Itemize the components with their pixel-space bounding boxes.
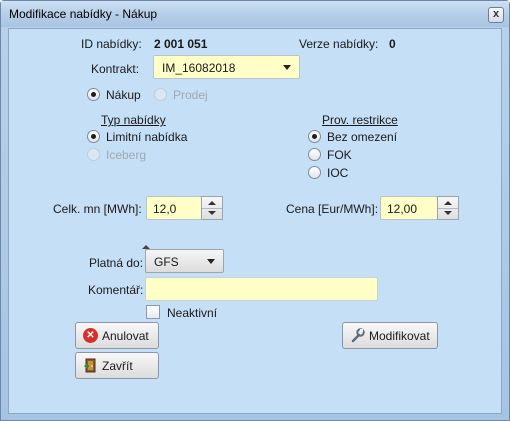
offer-id-value: 2 001 051: [154, 37, 208, 51]
price-value: 12,00: [387, 202, 418, 216]
price-input[interactable]: 12,00: [380, 196, 438, 220]
window-title: Modifikace nabídky - Nákup: [9, 7, 158, 21]
restrictions-heading: Prov. restrikce: [322, 113, 398, 127]
price-label: Cena [Eur/MWh]:: [286, 202, 379, 216]
restriction-fok-radio[interactable]: [308, 148, 321, 161]
restriction-none-label: Bez omezení: [327, 130, 398, 144]
offer-type-heading: Typ nabídky: [101, 113, 166, 127]
chevron-down-icon: [283, 65, 291, 70]
arrow-up-icon[interactable]: [208, 201, 216, 205]
buy-radio[interactable]: [87, 88, 100, 101]
buy-label: Nákup: [106, 88, 141, 102]
comment-label: Komentář:: [88, 283, 144, 297]
modify-button[interactable]: Modifikovat: [342, 322, 438, 349]
offer-type-iceberg-radio: [87, 148, 100, 161]
arrow-up-icon[interactable]: [444, 201, 452, 205]
cancel-offer-button[interactable]: ✕ Anulovat: [75, 322, 159, 349]
arrow-down-icon[interactable]: [444, 211, 452, 215]
modify-button-label: Modifikovat: [369, 329, 430, 343]
close-button-label: Zavřít: [102, 359, 133, 373]
restriction-fok-label: FOK: [327, 148, 352, 162]
door-exit-icon: [83, 358, 98, 373]
validity-dropdown[interactable]: GFS: [145, 249, 224, 273]
sell-label: Prodej: [173, 88, 208, 102]
dialog-content: ID nabídky: 2 001 051 Verze nabídky: 0 K…: [8, 28, 502, 414]
title-bar[interactable]: Modifikace nabídky - Nákup x: [1, 1, 509, 27]
price-stepper[interactable]: [437, 196, 459, 220]
close-window-button[interactable]: x: [488, 7, 504, 23]
contract-dropdown[interactable]: IM_16082018: [153, 55, 300, 79]
validity-dropdown-value: GFS: [154, 255, 179, 269]
chevron-down-icon: [207, 259, 215, 264]
validity-label: Platná do:: [89, 256, 144, 270]
contract-dropdown-value: IM_16082018: [162, 61, 236, 75]
offer-version-label: Verze nabídky:: [299, 37, 379, 51]
dialog-window: Modifikace nabídky - Nákup x ID nabídky:…: [0, 0, 510, 421]
inactive-checkbox[interactable]: [146, 305, 160, 319]
wrench-icon: [350, 328, 365, 343]
inactive-label: Neaktivní: [167, 306, 218, 320]
cancel-x-icon: ✕: [83, 328, 98, 343]
close-button[interactable]: Zavřít: [75, 352, 159, 379]
quantity-value: 12,0: [153, 202, 177, 216]
offer-type-limit-label: Limitní nabídka: [106, 130, 188, 144]
offer-version-value: 0: [389, 37, 396, 51]
offer-type-limit-radio[interactable]: [87, 130, 100, 143]
offer-type-iceberg-label: Iceberg: [106, 148, 147, 162]
comment-input[interactable]: [145, 277, 378, 301]
restriction-ioc-radio[interactable]: [308, 166, 321, 179]
arrow-down-icon[interactable]: [208, 211, 216, 215]
contract-label: Kontrakt:: [91, 62, 140, 76]
sell-radio: [154, 88, 167, 101]
offer-id-label: ID nabídky:: [81, 37, 142, 51]
quantity-stepper[interactable]: [201, 196, 223, 220]
cancel-offer-button-label: Anulovat: [102, 329, 149, 343]
restriction-ioc-label: IOC: [327, 166, 349, 180]
quantity-input[interactable]: 12,0: [146, 196, 202, 220]
quantity-label: Celk. mn [MWh]:: [53, 202, 142, 216]
restriction-none-radio[interactable]: [308, 130, 321, 143]
